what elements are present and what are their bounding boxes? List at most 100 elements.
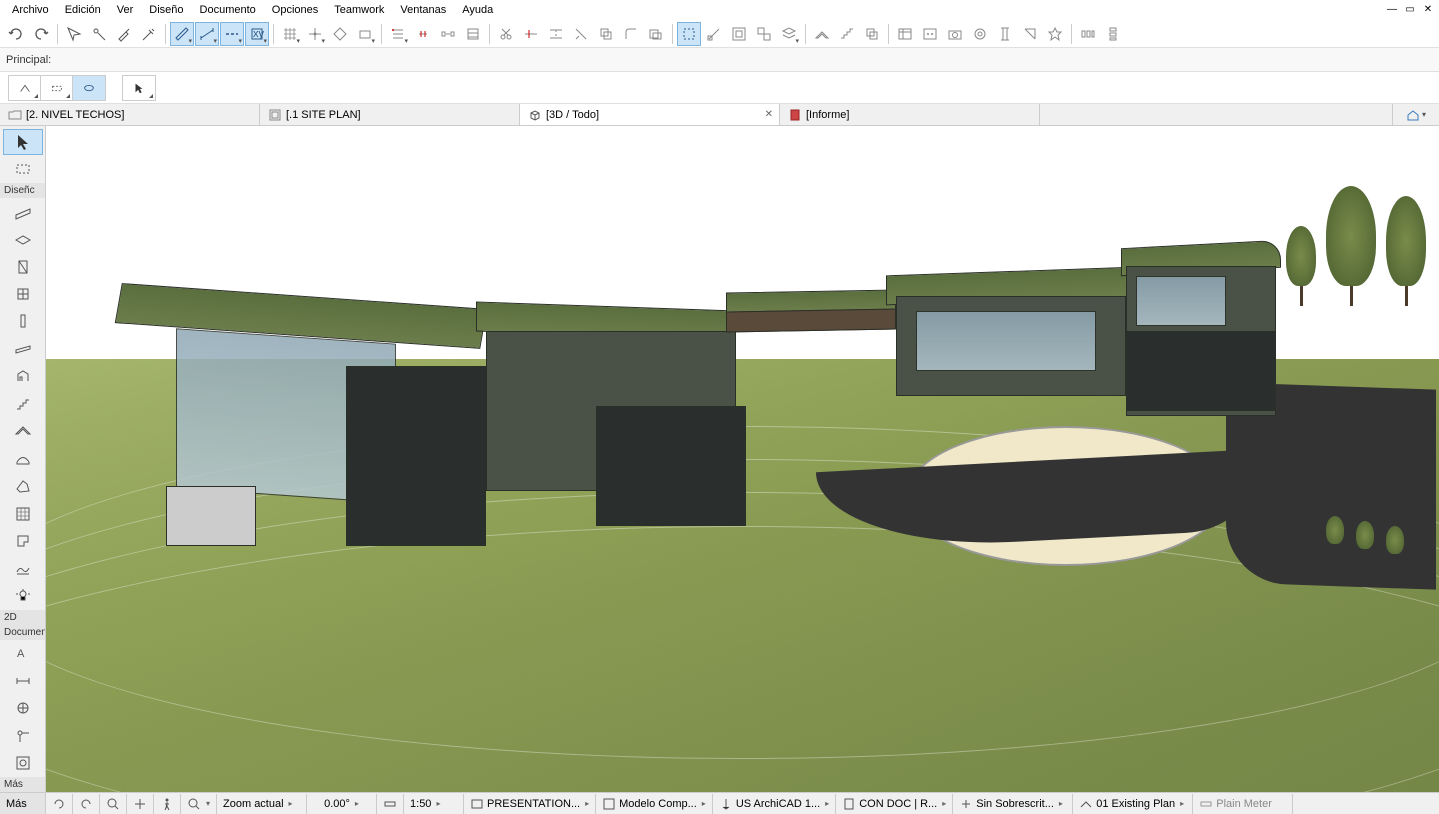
sb-redo[interactable]: [73, 794, 100, 814]
layer-rect-icon[interactable]: [353, 22, 377, 46]
sb-undo[interactable]: [46, 794, 73, 814]
tab-informe[interactable]: [Informe]: [780, 104, 1040, 125]
beam-tool[interactable]: [3, 336, 43, 361]
schedule-icon[interactable]: [893, 22, 917, 46]
menu-ver[interactable]: Ver: [109, 2, 142, 18]
suspend-groups-icon[interactable]: [677, 22, 701, 46]
tab-overflow[interactable]: ▾: [1393, 104, 1439, 125]
hatch-icon[interactable]: [461, 22, 485, 46]
minimize-button[interactable]: —: [1385, 2, 1399, 16]
render-icon[interactable]: [968, 22, 992, 46]
xy-tool-icon[interactable]: xy: [245, 22, 269, 46]
menu-teamwork[interactable]: Teamwork: [326, 2, 392, 18]
split-icon[interactable]: [544, 22, 568, 46]
ruler-tool-icon[interactable]: [170, 22, 194, 46]
adjust-icon[interactable]: [569, 22, 593, 46]
inject-icon[interactable]: [137, 22, 161, 46]
sb-zoom-actual[interactable]: Zoom actual▸: [217, 794, 307, 814]
wall-tool[interactable]: [3, 199, 43, 224]
menu-diseno[interactable]: Diseño: [141, 2, 191, 18]
redo-button[interactable]: [29, 22, 53, 46]
menu-ventanas[interactable]: Ventanas: [392, 2, 454, 18]
align-icon[interactable]: [386, 22, 410, 46]
layer-manage-icon[interactable]: [777, 22, 801, 46]
sb-seg-renovation[interactable]: 01 Existing Plan▸: [1073, 794, 1193, 814]
measure-line-icon[interactable]: [195, 22, 219, 46]
maximize-button[interactable]: ▭: [1403, 2, 1417, 16]
pick-tool-icon[interactable]: [62, 22, 86, 46]
grid-icon[interactable]: [278, 22, 302, 46]
link-break-icon[interactable]: [411, 22, 435, 46]
text-tool[interactable]: A: [3, 641, 43, 666]
distribute-v-icon[interactable]: [1101, 22, 1125, 46]
tab-close-icon[interactable]: ✕: [765, 109, 773, 120]
grid-tool[interactable]: [3, 723, 43, 748]
sb-pan[interactable]: [127, 794, 154, 814]
sb-scale-icon[interactable]: [377, 794, 404, 814]
geometry-mode-2[interactable]: [41, 76, 73, 100]
distribute-icon[interactable]: [436, 22, 460, 46]
stairs-icon[interactable]: [835, 22, 859, 46]
magic-wand-icon[interactable]: [87, 22, 111, 46]
morph-tool[interactable]: [3, 473, 43, 498]
tab-3d-todo[interactable]: [3D / Todo] ✕: [520, 104, 780, 125]
close-button[interactable]: ✕: [1421, 2, 1435, 16]
edit-group-icon[interactable]: [702, 22, 726, 46]
tab-nivel-techos[interactable]: [2. NIVEL TECHOS]: [0, 104, 260, 125]
favorite-icon[interactable]: [1043, 22, 1067, 46]
slab-tool[interactable]: [3, 226, 43, 251]
dash-line-icon[interactable]: [220, 22, 244, 46]
menu-edicion[interactable]: Edición: [57, 2, 109, 18]
roof-tool[interactable]: [3, 419, 43, 444]
tab-site-plan[interactable]: [.1 SITE PLAN]: [260, 104, 520, 125]
group-icon[interactable]: [727, 22, 751, 46]
menu-ayuda[interactable]: Ayuda: [454, 2, 501, 18]
snap-icon[interactable]: [303, 22, 327, 46]
detail-tool[interactable]: [3, 751, 43, 776]
section-icon[interactable]: [1018, 22, 1042, 46]
arrow-tool[interactable]: [3, 129, 43, 155]
sb-seg-override[interactable]: Sin Sobrescrit...▸: [953, 794, 1073, 814]
sb-seg-presentation[interactable]: PRESENTATION...▸: [464, 794, 596, 814]
column-icon[interactable]: [993, 22, 1017, 46]
sb-walk[interactable]: [154, 794, 181, 814]
ungroup-icon[interactable]: [752, 22, 776, 46]
shell-tool[interactable]: [3, 446, 43, 471]
diamond-icon[interactable]: [328, 22, 352, 46]
geometry-mode-3[interactable]: [73, 76, 105, 100]
sb-seg-template[interactable]: US ArchiCAD 1...▸: [713, 794, 836, 814]
sb-zoom-dropdown[interactable]: ▾: [181, 794, 217, 814]
stair-tool[interactable]: [3, 391, 43, 416]
3d-viewport[interactable]: [46, 126, 1439, 792]
menu-documento[interactable]: Documento: [192, 2, 264, 18]
camera-icon[interactable]: [943, 22, 967, 46]
fillet-icon[interactable]: [619, 22, 643, 46]
intersect-icon[interactable]: [594, 22, 618, 46]
door-tool[interactable]: [3, 254, 43, 279]
duplicate-icon[interactable]: [860, 22, 884, 46]
sb-seg-condoc[interactable]: CON DOC | R...▸: [836, 794, 953, 814]
arrow-mode[interactable]: [123, 76, 155, 100]
wall-icon[interactable]: [810, 22, 834, 46]
offset-icon[interactable]: [644, 22, 668, 46]
attributes-icon[interactable]: [918, 22, 942, 46]
sb-zoom[interactable]: [100, 794, 127, 814]
sb-angle[interactable]: 0.00°▸: [307, 794, 377, 814]
sb-scale[interactable]: 1:50▸: [404, 794, 464, 814]
zone-tool[interactable]: [3, 528, 43, 553]
sb-seg-dimension[interactable]: Plain Meter: [1193, 794, 1293, 814]
geometry-mode-1[interactable]: [9, 76, 41, 100]
column-tool[interactable]: [3, 309, 43, 334]
cut-icon[interactable]: [494, 22, 518, 46]
mesh-tool[interactable]: [3, 556, 43, 581]
level-tool[interactable]: [3, 696, 43, 721]
lamp-tool[interactable]: [3, 583, 43, 608]
undo-button[interactable]: [4, 22, 28, 46]
menu-archivo[interactable]: Archivo: [4, 2, 57, 18]
trim-icon[interactable]: [519, 22, 543, 46]
distribute-h-icon[interactable]: [1076, 22, 1100, 46]
window-tool[interactable]: [3, 281, 43, 306]
sb-seg-model[interactable]: Modelo Comp...▸: [596, 794, 713, 814]
dimension-tool[interactable]: [3, 668, 43, 693]
object-tool[interactable]: [3, 364, 43, 389]
